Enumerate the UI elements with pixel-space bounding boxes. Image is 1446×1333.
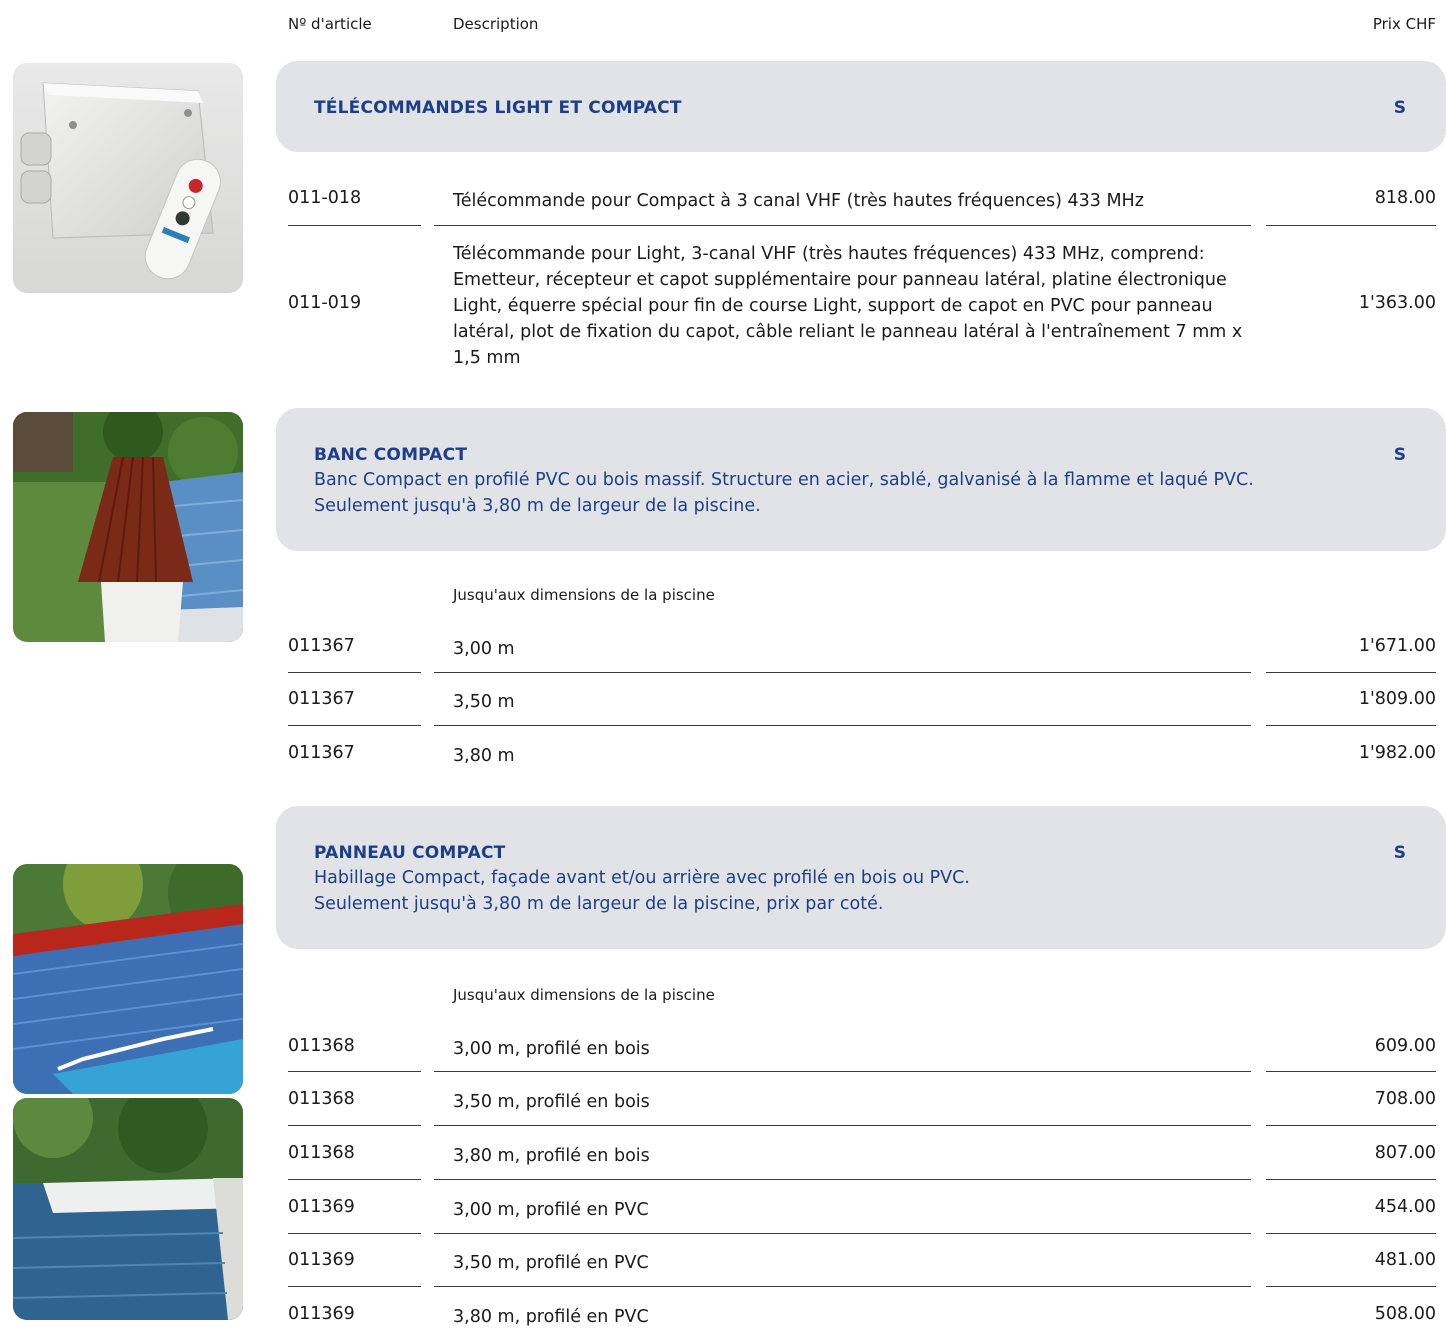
row-divider [288, 672, 421, 673]
item-price: 609.00 [1374, 1036, 1436, 1056]
item-description: 3,00 m, profilé en bois [453, 1039, 650, 1059]
row-divider [434, 1286, 1251, 1287]
item-description: 3,50 m [453, 692, 515, 712]
item-price: 454.00 [1374, 1197, 1436, 1217]
pool-panel-wood-photo [13, 864, 243, 1094]
section-title: BANC COMPACT [314, 445, 468, 465]
article-number: 011369 [288, 1304, 355, 1324]
row-divider [1266, 225, 1436, 226]
section-code: S [1393, 445, 1406, 465]
row-divider [1266, 725, 1436, 726]
item-description: Télécommande pour Compact à 3 canal VHF … [453, 191, 1144, 211]
item-description: 3,00 m [453, 639, 515, 659]
section-description: Seulement jusqu'à 3,80 m de largeur de l… [314, 894, 884, 914]
section-title: TÉLÉCOMMANDES LIGHT ET COMPACT [314, 98, 682, 118]
dimension-subheading: Jusqu'aux dimensions de la piscine [453, 986, 715, 1004]
row-divider [288, 1125, 421, 1126]
item-price: 1'363.00 [1358, 293, 1436, 313]
item-description: 3,50 m, profilé en bois [453, 1092, 650, 1112]
item-description: 3,80 m, profilé en PVC [453, 1307, 649, 1327]
item-price: 807.00 [1374, 1143, 1436, 1163]
item-description: 3,80 m [453, 746, 515, 766]
row-divider [1266, 1233, 1436, 1234]
row-divider [288, 1233, 421, 1234]
item-price: 481.00 [1374, 1250, 1436, 1270]
item-description: 3,80 m, profilé en bois [453, 1146, 650, 1166]
article-number: 011-018 [288, 188, 362, 208]
section-code: S [1393, 98, 1406, 118]
row-divider [288, 1179, 421, 1180]
row-divider [434, 672, 1251, 673]
article-number: 011367 [288, 743, 355, 763]
article-number: 011368 [288, 1089, 355, 1109]
row-divider [288, 725, 421, 726]
row-divider [434, 1125, 1251, 1126]
article-number: 011367 [288, 689, 355, 709]
row-divider [1266, 672, 1436, 673]
row-divider [288, 1071, 421, 1072]
row-divider [434, 725, 1251, 726]
article-number: 011367 [288, 636, 355, 656]
section-title: PANNEAU COMPACT [314, 843, 506, 863]
item-price: 508.00 [1374, 1304, 1436, 1324]
article-number: 011368 [288, 1036, 355, 1056]
item-price: 1'982.00 [1358, 743, 1436, 763]
row-divider [1266, 1125, 1436, 1126]
section-band-remote-controls: TÉLÉCOMMANDES LIGHT ET COMPACT S [276, 61, 1446, 152]
row-divider [288, 1286, 421, 1287]
dimension-subheading: Jusqu'aux dimensions de la piscine [453, 586, 715, 604]
item-price: 1'671.00 [1358, 636, 1436, 656]
pool-panel-pvc-photo [13, 1098, 243, 1320]
row-divider [1266, 1071, 1436, 1072]
row-divider [1266, 1286, 1436, 1287]
article-number: 011369 [288, 1197, 355, 1217]
row-divider [434, 1233, 1251, 1234]
section-band-bench: BANC COMPACT Banc Compact en profilé PVC… [276, 408, 1446, 551]
column-header-description: Description [453, 15, 539, 33]
column-header-price: Prix CHF [1372, 15, 1436, 33]
item-price: 818.00 [1374, 188, 1436, 208]
item-description: Télécommande pour Light, 3-canal VHF (tr… [453, 244, 1243, 368]
section-description: Habillage Compact, façade avant et/ou ar… [314, 868, 970, 888]
row-divider [434, 1179, 1251, 1180]
item-description: 3,00 m, profilé en PVC [453, 1200, 649, 1220]
article-number: 011369 [288, 1250, 355, 1270]
table-row: 011-019 Télécommande pour Light, 3-canal… [0, 241, 1446, 371]
section-code: S [1393, 843, 1406, 863]
section-description: Banc Compact en profilé PVC ou bois mass… [314, 470, 1254, 490]
item-price: 1'809.00 [1358, 689, 1436, 709]
article-number: 011368 [288, 1143, 355, 1163]
column-header-article: Nº d'article [288, 15, 372, 33]
item-description: 3,50 m, profilé en PVC [453, 1253, 649, 1273]
row-divider [434, 1071, 1251, 1072]
article-number: 011-019 [288, 293, 362, 313]
row-divider [434, 225, 1251, 226]
bench-photo [13, 412, 243, 642]
section-description: Seulement jusqu'à 3,80 m de largeur de l… [314, 496, 761, 516]
item-price: 708.00 [1374, 1089, 1436, 1109]
section-band-panel: PANNEAU COMPACT Habillage Compact, façad… [276, 806, 1446, 949]
row-divider [1266, 1179, 1436, 1180]
row-divider [288, 225, 421, 226]
